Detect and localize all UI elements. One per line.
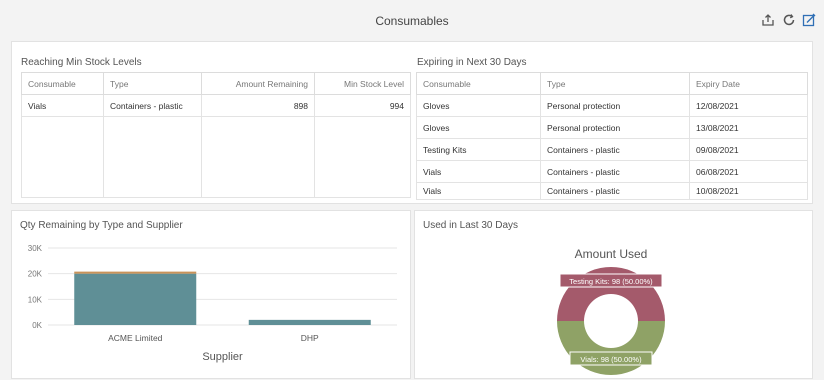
cell-type: Personal protection	[540, 94, 690, 117]
cell-expiry-date: 06/08/2021	[689, 160, 808, 183]
cell-type: Containers - plastic	[540, 160, 690, 183]
cell-expiry-date: 10/08/2021	[689, 182, 808, 200]
cell-type: Containers - plastic	[540, 182, 690, 200]
col-header-consumable[interactable]: Consumable	[416, 72, 541, 95]
stock-panel: Reaching Min Stock Levels Consumable Typ…	[11, 41, 813, 204]
col-header-amount-remaining[interactable]: Amount Remaining	[201, 72, 315, 95]
min-stock-table: Consumable Type Amount Remaining Min Sto…	[21, 72, 411, 198]
edit-icon[interactable]	[801, 12, 817, 28]
cell-expiry-date: 09/08/2021	[689, 138, 808, 161]
cell-expiry-date: 12/08/2021	[689, 94, 808, 117]
bar	[74, 273, 197, 325]
cell-consumable: Vials	[416, 160, 541, 183]
cell-expiry-date: 13/08/2021	[689, 116, 808, 139]
col-header-type[interactable]: Type	[540, 72, 690, 95]
expiring-table: Consumable Type Expiry Date Gloves Perso…	[416, 72, 808, 200]
y-tick-label: 20K	[28, 270, 43, 279]
bar	[248, 319, 371, 325]
table-header-row: Consumable Type Amount Remaining Min Sto…	[21, 72, 411, 95]
y-tick-label: 30K	[28, 244, 43, 253]
supplier-bar-chart: 0K 10K 20K 30K ACME Limited DHP Supplier	[28, 244, 397, 363]
col-header-min-stock-level[interactable]: Min Stock Level	[314, 72, 411, 95]
donut-title: Amount Used	[575, 247, 648, 261]
table-empty-row	[21, 116, 411, 198]
x-tick-label: ACME Limited	[108, 333, 163, 343]
qty-panel: Qty Remaining by Type and Supplier 0K 10K…	[11, 210, 411, 379]
cell-amount-remaining: 898	[201, 94, 315, 117]
min-stock-title: Reaching Min Stock Levels	[21, 57, 142, 68]
col-header-type[interactable]: Type	[103, 72, 202, 95]
cell-type: Containers - plastic	[540, 138, 690, 161]
refresh-icon[interactable]	[781, 12, 797, 28]
x-tick-label: DHP	[301, 333, 319, 343]
share-icon[interactable]	[760, 12, 776, 28]
y-tick-label: 0K	[32, 321, 42, 330]
bar	[74, 271, 197, 274]
cell-consumable: Testing Kits	[416, 138, 541, 161]
col-header-consumable[interactable]: Consumable	[21, 72, 104, 95]
table-header-row: Consumable Type Expiry Date	[416, 72, 808, 95]
page-title: Consumables	[375, 14, 449, 28]
table-row[interactable]: Vials Containers - plastic 10/08/2021	[416, 182, 808, 200]
cell-type: Containers - plastic	[103, 94, 202, 117]
cell-type: Personal protection	[540, 116, 690, 139]
amount-used-donut-chart: Amount Used Testing Kits: 98 (50.00%) Vial…	[557, 247, 665, 375]
table-row[interactable]: Gloves Personal protection 13/08/2021	[416, 116, 808, 139]
expiring-title: Expiring in Next 30 Days	[417, 57, 527, 68]
dashboard-header: Consumables	[0, 0, 824, 40]
col-header-expiry-date[interactable]: Expiry Date	[689, 72, 808, 95]
cell-consumable: Vials	[416, 182, 541, 200]
donut-data-label: Testing Kits: 98 (50.00%)	[569, 277, 653, 286]
table-row[interactable]: Vials Containers - plastic 898 994	[21, 94, 411, 117]
donut-slice	[557, 321, 665, 375]
table-row[interactable]: Testing Kits Containers - plastic 09/08/…	[416, 138, 808, 161]
y-tick-label: 10K	[28, 295, 43, 304]
cell-consumable: Gloves	[416, 116, 541, 139]
cell-consumable: Vials	[21, 94, 104, 117]
table-row[interactable]: Vials Containers - plastic 06/08/2021	[416, 160, 808, 183]
donut-data-label: Vials: 98 (50.00%)	[580, 355, 642, 364]
used-panel: Used in Last 30 Days Amount Used Testing …	[414, 210, 813, 379]
cell-min-stock-level: 994	[314, 94, 411, 117]
x-axis-title: Supplier	[202, 351, 243, 363]
cell-consumable: Gloves	[416, 94, 541, 117]
table-row[interactable]: Gloves Personal protection 12/08/2021	[416, 94, 808, 117]
